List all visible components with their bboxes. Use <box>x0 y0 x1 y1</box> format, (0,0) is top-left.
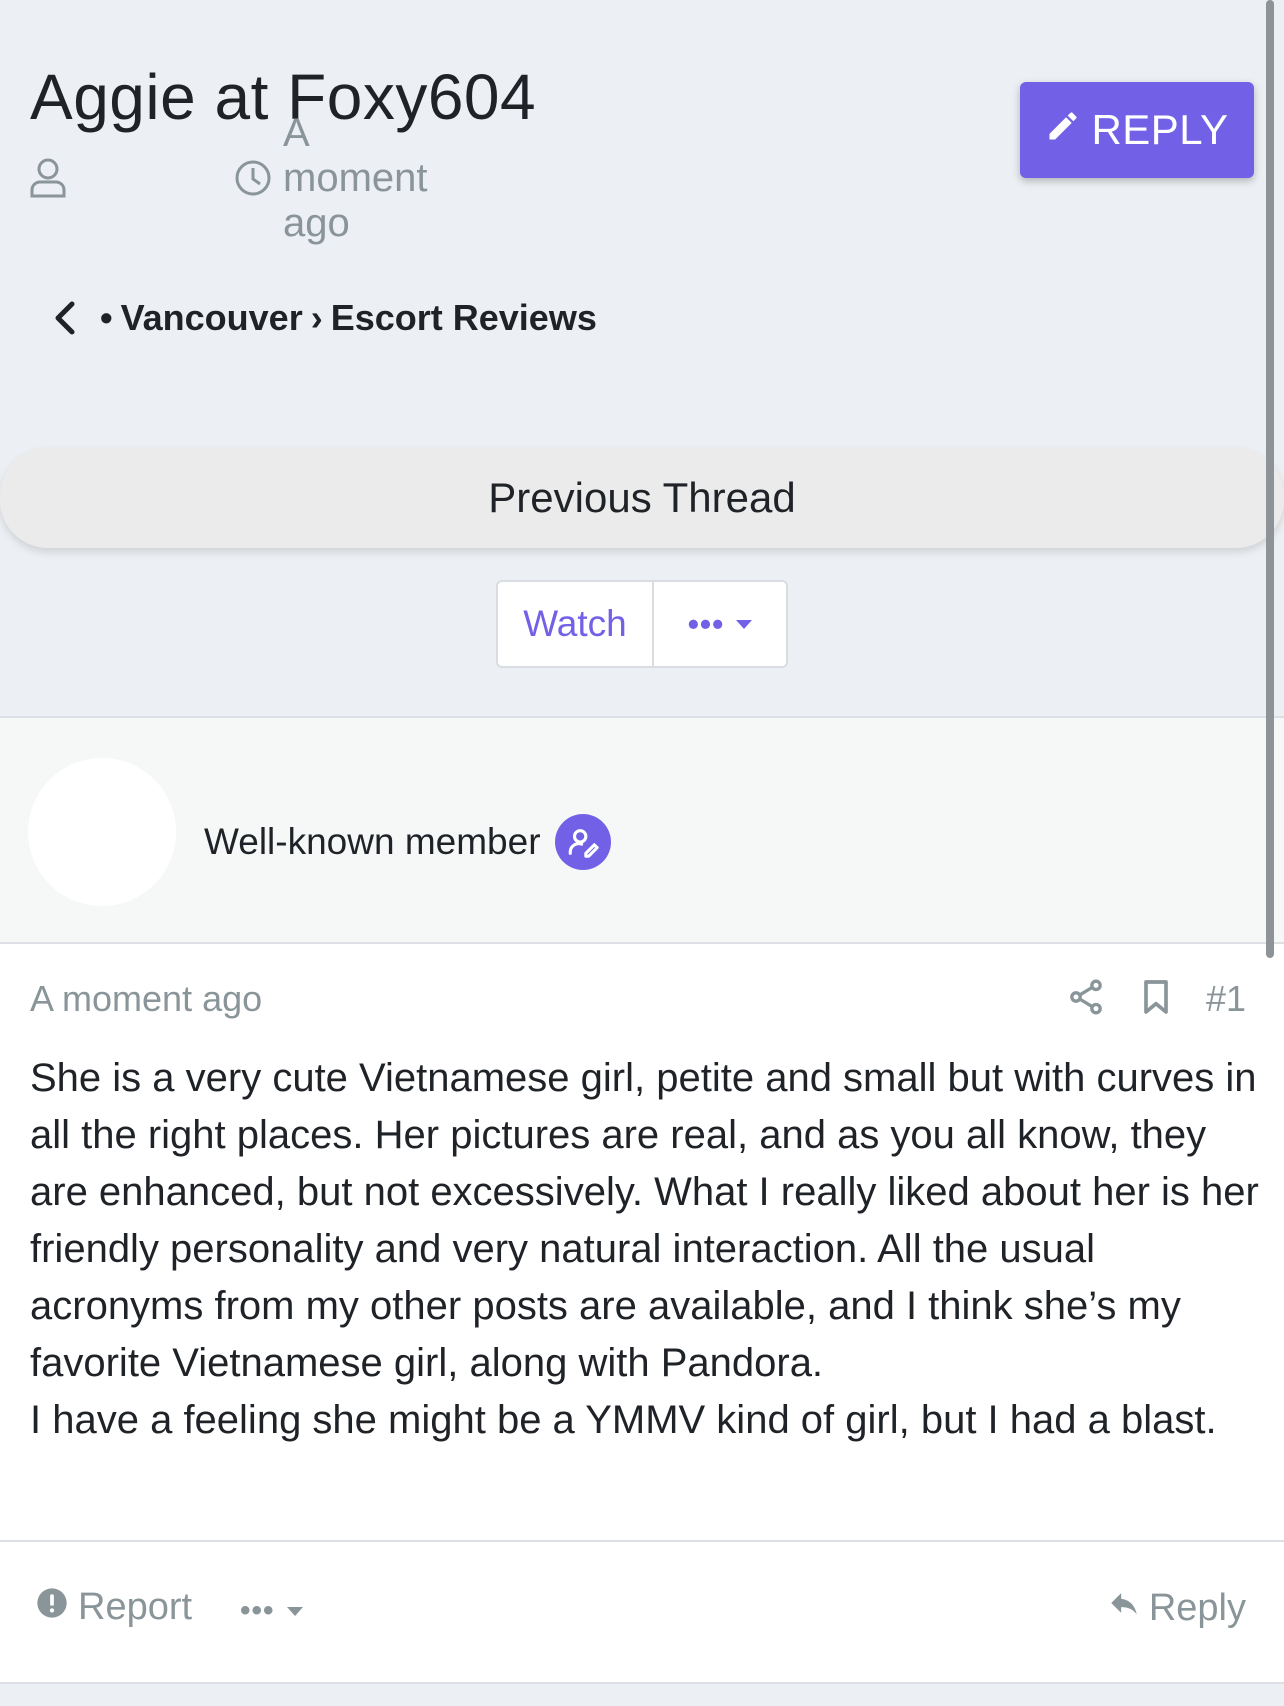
user-title-row: Well-known member <box>204 814 611 870</box>
thread-action-group: Watch ••• <box>496 580 788 668</box>
post-paragraph: I have a feeling she might be a YMMV kin… <box>30 1398 1217 1442</box>
reply-button-label: REPLY <box>1091 106 1229 153</box>
caret-down-icon <box>286 1606 303 1616</box>
report-label: Report <box>78 1586 193 1628</box>
post-actions: #1 <box>1066 974 1246 1024</box>
more-icon: ••• <box>687 605 725 642</box>
breadcrumb-separator: › <box>310 297 323 338</box>
user-name[interactable] <box>204 754 234 804</box>
reply-label: Reply <box>1148 1586 1246 1629</box>
post-paragraph: She is a very cute Vietnamese girl, peti… <box>30 1056 1259 1385</box>
thread-timestamp[interactable]: A moment ago <box>283 111 428 246</box>
clock-icon <box>233 158 283 198</box>
reply-button[interactable]: REPLY <box>1020 82 1254 178</box>
breadcrumb: • Vancouver › Escort Reviews <box>48 294 597 342</box>
pencil-icon <box>1045 106 1091 154</box>
breadcrumb-item-escort-reviews[interactable]: Escort Reviews <box>331 297 597 339</box>
thread-author[interactable] <box>72 160 82 196</box>
user-icon <box>28 156 68 200</box>
bookmark-icon[interactable] <box>1136 977 1176 1022</box>
thread-more-menu[interactable]: ••• <box>654 582 786 666</box>
previous-thread-button[interactable]: Previous Thread <box>0 448 1284 548</box>
reply-arrow-icon <box>1107 1586 1149 1630</box>
chevron-left-icon[interactable] <box>48 298 82 338</box>
post-more-menu[interactable]: ••• <box>240 1586 303 1636</box>
previous-thread-label: Previous Thread <box>488 474 796 521</box>
report-button[interactable]: Report <box>36 1586 192 1629</box>
watch-button[interactable]: Watch <box>498 582 654 666</box>
caret-down-icon <box>736 619 753 629</box>
scrollbar-thumb[interactable] <box>1266 0 1274 958</box>
post-user-panel: Well-known member <box>0 716 1284 944</box>
post-timestamp[interactable]: A moment ago <box>30 978 262 1020</box>
post-reply-button[interactable]: Reply <box>1107 1586 1246 1630</box>
post-number[interactable]: #1 <box>1206 978 1246 1020</box>
post-footer: Report ••• Reply <box>0 1542 1284 1682</box>
breadcrumb-item-vancouver[interactable]: Vancouver <box>121 297 303 339</box>
thread-meta: A moment ago <box>28 111 428 245</box>
more-icon: ••• <box>240 1594 275 1627</box>
share-icon[interactable] <box>1066 977 1106 1022</box>
avatar[interactable] <box>28 758 176 906</box>
breadcrumb-bullet: • <box>100 297 113 338</box>
member-badge-icon <box>554 814 611 870</box>
post-content-panel: A moment ago #1 She is a very cute Vietn… <box>0 944 1284 1684</box>
alert-icon <box>36 1586 78 1629</box>
post-body: She is a very cute Vietnamese girl, peti… <box>30 1050 1260 1449</box>
user-title: Well-known member <box>204 821 541 862</box>
